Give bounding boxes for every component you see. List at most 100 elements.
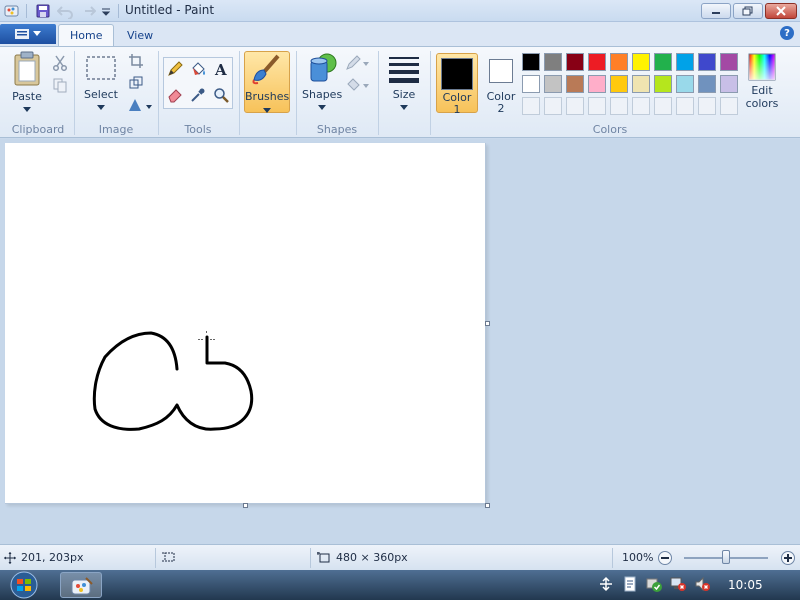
zoom-slider-thumb[interactable] [722, 550, 730, 564]
restore-button[interactable] [733, 3, 763, 19]
fill-tool[interactable] [188, 59, 208, 79]
palette-swatch[interactable] [632, 53, 650, 71]
resize-button[interactable] [126, 73, 146, 93]
paste-button[interactable]: Paste [8, 51, 46, 116]
zoom-out-button[interactable] [658, 551, 672, 565]
status-divider [612, 548, 613, 568]
custom-color-slot[interactable] [522, 97, 540, 115]
cut-button[interactable] [50, 53, 70, 73]
save-icon[interactable] [35, 3, 51, 19]
crop-button[interactable] [126, 51, 146, 71]
pencil-tool[interactable] [165, 59, 185, 79]
tools-group-label: Tools [184, 123, 212, 136]
palette-swatch[interactable] [522, 75, 540, 93]
help-icon[interactable]: ? [780, 26, 794, 40]
color1-button[interactable]: Color 1 [436, 53, 478, 116]
selection-size [162, 551, 176, 563]
start-button[interactable] [4, 571, 44, 599]
close-button[interactable] [765, 3, 797, 19]
palette-swatch[interactable] [676, 53, 694, 71]
copy-icon [53, 78, 67, 93]
edit-colors-button[interactable]: Edit colors [742, 53, 782, 110]
resize-handle-right[interactable] [485, 321, 490, 326]
menu-icon [15, 29, 29, 39]
redo-icon[interactable] [80, 3, 96, 19]
fill-shape-button[interactable] [344, 75, 370, 95]
crosshair-icon [4, 551, 16, 564]
volume-muted-icon[interactable] [694, 576, 710, 592]
select-label: Select [84, 88, 118, 101]
tab-view[interactable]: View [116, 24, 164, 46]
palette-swatch[interactable] [566, 53, 584, 71]
edit-colors-label2: colors [745, 97, 779, 110]
palette-swatch[interactable] [654, 53, 672, 71]
palette-swatch[interactable] [632, 75, 650, 93]
tab-home[interactable]: Home [58, 24, 115, 46]
custom-color-slot[interactable] [676, 97, 694, 115]
text-icon: A [214, 61, 227, 77]
color-picker-tool[interactable] [188, 85, 208, 105]
close-icon [776, 6, 786, 16]
select-icon [86, 56, 116, 80]
custom-color-slot[interactable] [544, 97, 562, 115]
palette-swatch[interactable] [698, 53, 716, 71]
taskbar: 10:05 [0, 570, 800, 600]
resize-handle-bottom[interactable] [243, 503, 248, 508]
palette-swatch[interactable] [654, 75, 672, 93]
palette-swatch[interactable] [566, 75, 584, 93]
palette-swatch[interactable] [698, 75, 716, 93]
edit-colors-label: Edit [751, 84, 773, 97]
document-icon[interactable] [622, 576, 638, 592]
custom-color-slot[interactable] [588, 97, 606, 115]
rotate-button[interactable] [126, 95, 154, 115]
text-tool[interactable]: A [211, 59, 231, 79]
clock[interactable]: 10:05 [728, 578, 763, 592]
undo-icon[interactable] [57, 3, 73, 19]
cursor-position-text: 201, 203px [21, 551, 84, 564]
resize-handle-corner[interactable] [485, 503, 490, 508]
palette-swatch[interactable] [588, 75, 606, 93]
paint-menu-button[interactable] [0, 24, 56, 44]
taskbar-paint-button[interactable] [60, 572, 102, 598]
eyedropper-icon [191, 88, 205, 102]
color1-number: 1 [453, 103, 461, 116]
network-icon[interactable] [598, 576, 614, 592]
qat-customize-icon[interactable] [98, 3, 114, 19]
drawing-canvas[interactable] [5, 143, 486, 504]
color2-button[interactable]: Color 2 [480, 53, 522, 115]
palette-swatch[interactable] [522, 53, 540, 71]
outline-button[interactable] [344, 53, 370, 73]
custom-color-slot[interactable] [566, 97, 584, 115]
magnifier-tool[interactable] [211, 85, 231, 105]
paint-app-icon[interactable] [4, 3, 20, 19]
qat-divider [26, 4, 27, 18]
rotate-icon [129, 99, 152, 111]
palette-swatch[interactable] [610, 75, 628, 93]
canvas-size-icon [317, 551, 330, 562]
custom-color-slot[interactable] [654, 97, 672, 115]
security-check-icon[interactable] [646, 576, 662, 592]
paste-icon [14, 51, 40, 86]
eraser-tool[interactable] [165, 85, 185, 105]
shapes-button[interactable]: Shapes [302, 51, 342, 114]
select-button[interactable]: Select [82, 51, 120, 114]
palette-swatch[interactable] [676, 75, 694, 93]
zoom-in-button[interactable] [781, 551, 795, 565]
size-button[interactable]: Size [384, 51, 424, 114]
shapes-icon [310, 53, 337, 82]
palette-swatch[interactable] [588, 53, 606, 71]
palette-swatch[interactable] [720, 53, 738, 71]
network-error-icon[interactable] [670, 576, 686, 592]
eraser-icon [168, 89, 182, 103]
palette-swatch[interactable] [610, 53, 628, 71]
palette-swatch[interactable] [720, 75, 738, 93]
palette-swatch[interactable] [544, 53, 562, 71]
minimize-button[interactable] [701, 3, 731, 19]
custom-color-slot[interactable] [720, 97, 738, 115]
custom-color-slot[interactable] [610, 97, 628, 115]
palette-swatch[interactable] [544, 75, 562, 93]
brushes-button[interactable]: Brushes [244, 51, 290, 113]
custom-color-slot[interactable] [632, 97, 650, 115]
copy-button[interactable] [50, 75, 70, 95]
custom-color-slot[interactable] [698, 97, 716, 115]
